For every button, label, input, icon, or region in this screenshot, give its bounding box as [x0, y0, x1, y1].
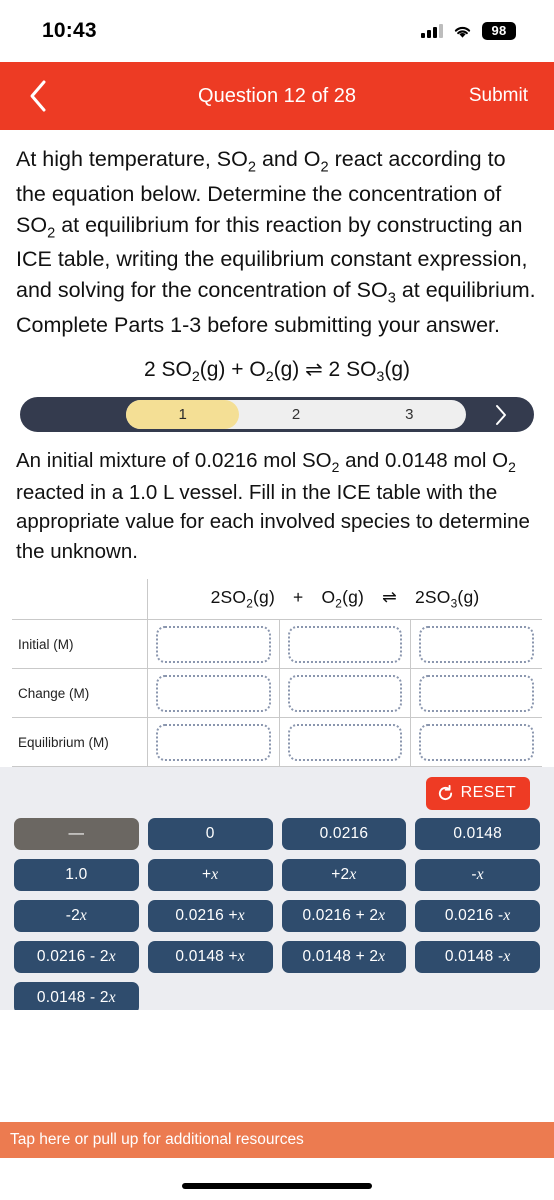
answer-tiles-grid: —0 0.0216 0.0148 1.0 + x +2 x - x -2 x 0.0216 + x 0.0… — [14, 818, 540, 1011]
ice-row-label-change: Change (M) — [12, 668, 148, 719]
refresh-ccw-icon — [438, 784, 452, 800]
ice-dropzone-change-so3[interactable] — [410, 668, 542, 719]
answer-tile[interactable]: 0.0148 - x — [415, 941, 540, 974]
step-tab-3[interactable]: 3 — [353, 400, 466, 429]
additional-resources-label: Tap here or pull up for additional resou… — [10, 1131, 304, 1148]
answer-tile[interactable]: +2 x — [281, 859, 407, 892]
dropzone[interactable] — [156, 674, 271, 712]
ice-row-label-equilibrium: Equilibrium (M) — [12, 717, 148, 768]
ice-header-plus: + — [293, 586, 304, 607]
dropzone[interactable] — [287, 723, 402, 761]
ice-header-reactant1: 2SO2(g) — [210, 586, 276, 611]
answer-tile[interactable]: 0.0216 - x — [415, 900, 540, 933]
table-row: Equilibrium (M) — [12, 717, 542, 768]
step-pill-bar: 1 2 3 — [20, 397, 534, 433]
answer-tile[interactable]: 0.0216 — [281, 818, 407, 851]
status-bar: 10:43 98 — [0, 0, 554, 62]
ice-header-equation: 2SO2(g) + O2(g) ⇌ 2SO3(g) — [147, 578, 542, 621]
answer-tile-tray: RESET —0 0.0216 0.0148 1.0 + x +2 x - x -2 x 0.0216 … — [0, 767, 554, 1011]
step-navigation: 1 2 3 — [12, 395, 542, 438]
answer-tile[interactable]: 0 — [147, 818, 273, 851]
table-row: Change (M) — [12, 668, 542, 719]
ice-dropzone-initial-so3[interactable] — [410, 619, 542, 670]
answer-tile[interactable]: 0.0148 - 2x — [14, 982, 139, 1011]
chevron-left-icon — [30, 80, 46, 112]
answer-tile[interactable]: -2 x — [14, 900, 139, 933]
dropzone[interactable] — [287, 625, 402, 663]
dropzone[interactable] — [419, 723, 534, 761]
cellular-signal-icon — [421, 24, 443, 38]
step-tab-1[interactable]: 1 — [126, 400, 240, 430]
ice-header-product: 2SO3(g) — [414, 586, 480, 611]
answer-tile[interactable]: 0.0148 + x — [147, 941, 273, 974]
ice-dropzone-equilibrium-o2[interactable] — [278, 717, 411, 768]
home-indicator — [182, 1183, 372, 1189]
ice-dropzone-initial-so2[interactable] — [147, 619, 280, 670]
dropzone[interactable] — [287, 674, 402, 712]
battery-indicator: 98 — [482, 22, 516, 40]
ice-table-header-row: 2SO2(g) + O2(g) ⇌ 2SO3(g) — [12, 578, 542, 621]
ice-table: 2SO2(g) + O2(g) ⇌ 2SO3(g) Initial (M) Change… — [12, 578, 542, 768]
answer-tile[interactable]: -x — [415, 859, 540, 892]
additional-resources-bar[interactable]: Tap here or pull up for additional resou… — [0, 1122, 554, 1158]
status-indicators: 98 — [421, 22, 516, 40]
chevron-right-icon — [496, 404, 506, 425]
answer-tile[interactable]: 0.0216 - 2x — [14, 941, 139, 974]
ice-header-arrow: ⇌ — [382, 586, 397, 607]
answer-tile[interactable]: 0.0148 — [415, 818, 540, 851]
table-row: Initial (M) — [12, 619, 542, 670]
status-time: 10:43 — [42, 19, 97, 42]
ice-dropzone-change-so2[interactable] — [147, 668, 280, 719]
submit-button[interactable]: Submit — [469, 85, 528, 107]
reset-row: RESET — [14, 777, 540, 818]
subquestion-prompt: An initial mixture of 0.0216 mol SO2 and… — [16, 449, 530, 563]
answer-tile[interactable]: 0.0216 + 2x — [281, 900, 407, 933]
ice-header-reactant2: O2(g) — [321, 586, 365, 611]
ice-dropzone-change-o2[interactable] — [278, 668, 411, 719]
answer-tile[interactable]: 1.0 — [14, 859, 139, 892]
answer-tile[interactable]: + x — [147, 859, 273, 892]
dropzone[interactable] — [419, 625, 534, 663]
dropzone[interactable] — [156, 625, 271, 663]
question-content: At high temperature, SO2 and O2 react ac… — [0, 130, 554, 768]
answer-tile: — — [14, 818, 139, 851]
ice-header-spacer — [12, 578, 148, 621]
ice-dropzone-initial-o2[interactable] — [278, 619, 411, 670]
reaction-equation: 2 SO2(g) + O2(g) ⇌ 2 SO3(g) — [143, 358, 411, 386]
answer-tile[interactable]: 0.0216 + x — [147, 900, 273, 933]
reset-button-label: RESET — [460, 784, 516, 802]
step-track: 1 2 3 — [126, 400, 466, 430]
back-button[interactable] — [28, 77, 54, 115]
ice-row-label-initial: Initial (M) — [12, 619, 148, 670]
question-prompt: At high temperature, SO2 and O2 react ac… — [16, 147, 536, 337]
nav-bar: Question 12 of 28 Submit — [0, 62, 554, 130]
ice-dropzone-equilibrium-so3[interactable] — [410, 717, 542, 768]
dropzone[interactable] — [419, 674, 534, 712]
home-indicator-area — [0, 1158, 554, 1200]
next-step-button[interactable] — [494, 397, 508, 432]
step-tab-2[interactable]: 2 — [239, 400, 352, 429]
answer-tile[interactable]: 0.0148 + 2x — [281, 941, 407, 974]
wifi-icon — [452, 24, 473, 39]
reset-button[interactable]: RESET — [425, 777, 530, 811]
ice-dropzone-equilibrium-so2[interactable] — [147, 717, 280, 768]
dropzone[interactable] — [156, 723, 271, 761]
